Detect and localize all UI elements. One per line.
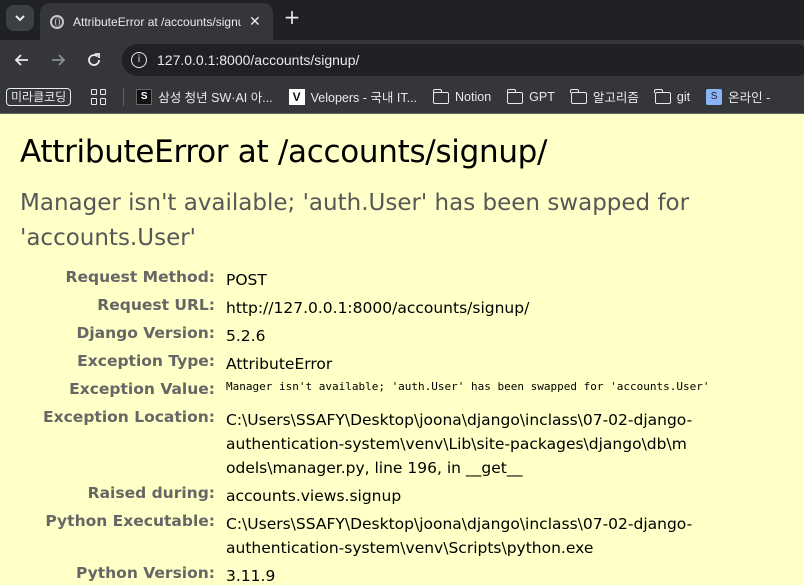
- bookmark-item[interactable]: S 온라인 -: [706, 87, 770, 106]
- folder-icon: [570, 88, 587, 104]
- chevron-down-icon: [15, 15, 25, 22]
- active-tab[interactable]: AttributeError at /accounts/signup/ ✕: [40, 3, 273, 40]
- tab-title: AttributeError at /accounts/signup/: [73, 14, 241, 29]
- folder-icon: [654, 88, 671, 104]
- arrow-left-icon: [14, 54, 28, 66]
- meta-value: C:\Users\SSAFY\Desktop\joona\django\incl…: [226, 515, 693, 557]
- bookmark-label: Velopers - 국내 IT...: [310, 91, 418, 105]
- dark-s-icon: S: [136, 88, 153, 105]
- meta-label: Python Version:: [75, 564, 215, 582]
- error-message: Manager isn't available; 'auth.User' has…: [20, 190, 690, 251]
- meta-label: Request Method:: [65, 268, 215, 286]
- apps-grid-icon[interactable]: [91, 88, 107, 105]
- meta-value: C:\Users\SSAFY\Desktop\joona\django\incl…: [226, 411, 693, 477]
- meta-label: Request URL:: [97, 296, 215, 314]
- bookmark-folder[interactable]: 알고리즘: [570, 87, 639, 106]
- back-button[interactable]: [10, 48, 34, 72]
- bookmark-folder[interactable]: GPT: [506, 88, 555, 104]
- tab-strip: AttributeError at /accounts/signup/ ✕ +: [0, 0, 804, 40]
- forward-button[interactable]: [46, 48, 70, 72]
- reload-icon: [88, 53, 100, 66]
- close-icon[interactable]: ✕: [249, 14, 261, 30]
- bookmark-folder[interactable]: git: [654, 88, 691, 104]
- tab-search-button[interactable]: [6, 5, 34, 31]
- bookmark-label: 미라클코딩: [6, 87, 72, 106]
- bookmark-label: 온라인 -: [728, 91, 771, 105]
- meta-value: Manager isn't available; 'auth.User' has…: [226, 380, 710, 393]
- bookmark-item[interactable]: S 삼성 청년 SW·AI 아...: [136, 87, 273, 106]
- meta-value: POST: [226, 271, 267, 289]
- globe-icon: [50, 14, 64, 29]
- reload-button[interactable]: [82, 48, 106, 72]
- bookmark-label: Notion: [455, 89, 492, 104]
- bookmark-item[interactable]: 미라클코딩: [6, 87, 72, 106]
- meta-label: Exception Value:: [69, 380, 215, 398]
- meta-label: Exception Type:: [77, 352, 215, 370]
- bookmark-folder[interactable]: Notion: [432, 88, 492, 104]
- meta-label: Raised during:: [87, 484, 215, 502]
- bookmarks-bar: 미라클코딩 S 삼성 청년 SW·AI 아... V Velopers - 국내…: [0, 80, 804, 114]
- error-title: AttributeError at /accounts/signup/: [20, 134, 548, 170]
- bookmark-label: 알고리즘: [592, 91, 639, 105]
- new-tab-button[interactable]: +: [283, 6, 301, 28]
- site-info-icon[interactable]: i: [131, 52, 147, 68]
- meta-value: accounts.views.signup: [226, 487, 402, 505]
- meta-label: Python Executable:: [45, 512, 215, 530]
- meta-value: http://127.0.0.1:8000/accounts/signup/: [226, 299, 530, 317]
- meta-value: AttributeError: [226, 355, 333, 373]
- meta-value: 3.11.9: [226, 567, 276, 585]
- arrow-right-icon: [52, 54, 66, 66]
- bookmark-label: GPT: [529, 89, 555, 104]
- bookmark-label: git: [676, 89, 691, 104]
- meta-value: 5.2.6: [226, 327, 266, 345]
- meta-label: Exception Location:: [43, 408, 215, 426]
- meta-label: Django Version:: [76, 324, 215, 342]
- url-text[interactable]: 127.0.0.1:8000/accounts/signup/: [157, 52, 359, 68]
- address-bar[interactable]: i 127.0.0.1:8000/accounts/signup/: [122, 44, 804, 76]
- v-icon: V: [288, 88, 305, 105]
- folder-icon: [506, 88, 524, 104]
- bookmark-label: 삼성 청년 SW·AI 아...: [158, 91, 273, 105]
- folder-icon: [432, 88, 450, 104]
- bookmark-item[interactable]: V Velopers - 국내 IT...: [288, 87, 418, 106]
- divider: [123, 87, 125, 106]
- doc-icon: S: [706, 88, 723, 105]
